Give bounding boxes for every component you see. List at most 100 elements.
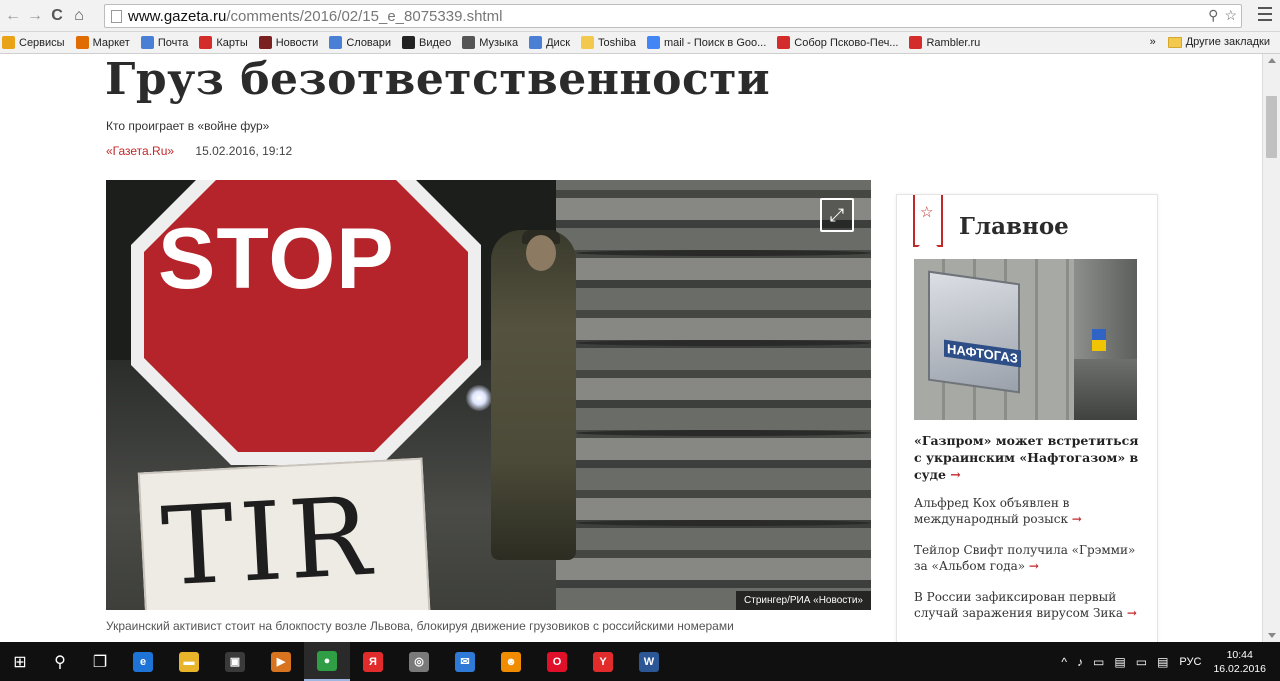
photo-tyre-groove xyxy=(576,430,871,436)
yandex-icon: Y xyxy=(593,651,613,672)
photo-credit: Стрингер/РИА «Новости» xyxy=(736,591,871,610)
message-icon[interactable]: ▭ xyxy=(1093,655,1104,669)
address-bar[interactable]: www.gazeta.ru/comments/2016/02/15_e_8075… xyxy=(104,4,1242,28)
disk-icon xyxy=(529,36,543,49)
back-icon[interactable]: ← xyxy=(2,5,24,27)
reload-icon[interactable]: C xyxy=(46,5,68,27)
bookmark-google[interactable]: mail - Поиск в Goo... xyxy=(646,36,767,49)
forward-icon[interactable]: → xyxy=(24,5,46,27)
edge-icon: e xyxy=(133,651,153,672)
sidebar-lead-image[interactable]: НАФТОГАЗ xyxy=(914,259,1137,420)
search-button[interactable]: ⚲ xyxy=(40,642,80,681)
web-page: Груз безответственности Кто проиграет в … xyxy=(0,54,1262,642)
mail-app-icon: ✉ xyxy=(455,651,475,672)
bookmark-label: mail - Поиск в Goo... xyxy=(663,36,767,49)
media-icon: ▶ xyxy=(271,651,291,672)
bookmark-music[interactable]: Музыка xyxy=(462,36,518,49)
yandex-icon xyxy=(909,36,923,49)
expand-icon: ⤢ xyxy=(829,204,845,225)
bookmarks-more-button[interactable]: » xyxy=(1150,36,1156,48)
notifications-icon[interactable]: ▤ xyxy=(1157,655,1168,669)
article-source-link[interactable]: «Газета.Ru» xyxy=(106,144,174,158)
bookmark-folder[interactable]: Toshiba xyxy=(581,36,636,49)
chevron-up-icon[interactable]: ^ xyxy=(1061,655,1067,669)
sidebar-news-item[interactable]: В России зафиксирован первый случай зара… xyxy=(914,589,1142,621)
network-icon[interactable]: ▤ xyxy=(1114,655,1125,669)
bookmark-label: Rambler.ru xyxy=(926,36,981,49)
bookmark-yandex[interactable]: Собор Псково-Печ... xyxy=(777,36,898,49)
scroll-up-icon[interactable] xyxy=(1268,58,1276,63)
taskbar-app-yandex[interactable]: Y xyxy=(580,642,626,681)
apps-icon xyxy=(2,36,15,49)
taskbar-app-chrome[interactable]: ● xyxy=(304,642,350,681)
taskbar-app-store[interactable]: ▣ xyxy=(212,642,258,681)
bookmark-news[interactable]: Новости xyxy=(258,36,319,49)
bookmark-dictionary[interactable]: Словари xyxy=(329,36,391,49)
bookmark-label: Новости xyxy=(275,36,319,49)
sidebar-news-item[interactable]: Альфред Кох объявлен в международный роз… xyxy=(914,495,1142,527)
bookmark-label: Карты xyxy=(216,36,248,49)
bookmark-label: Toshiba xyxy=(598,36,636,49)
volume-icon[interactable]: ♪ xyxy=(1077,655,1083,669)
taskbar-app-word[interactable]: W xyxy=(626,642,672,681)
folder-icon xyxy=(581,36,595,49)
taskbar-app-opera[interactable]: O xyxy=(534,642,580,681)
scrollbar-thumb[interactable] xyxy=(1266,96,1277,158)
bookmark-label: Видео xyxy=(419,36,452,49)
url-path: /comments/2016/02/15_e_8075339.shtml xyxy=(226,7,503,25)
star-icon: ☆ xyxy=(920,204,934,221)
browser-toolbar: ← → C ⌂ www.gazeta.ru/comments/2016/02/1… xyxy=(0,0,1280,32)
bookmark-yandex[interactable]: Rambler.ru xyxy=(909,36,980,49)
bookmark-mail[interactable]: Почта xyxy=(140,36,188,49)
arrow-right-icon: → xyxy=(950,467,961,482)
bookmark-video[interactable]: Видео xyxy=(402,36,451,49)
scroll-down-icon[interactable] xyxy=(1268,633,1276,638)
main-news-sidebar: ☆ Главное НАФТОГАЗ «Газпром» может встре… xyxy=(896,194,1158,642)
language-indicator[interactable]: РУС xyxy=(1179,656,1201,668)
windows-taskbar: ⊞ ⚲ ❐ e ▬ ▣ ▶ ● Я ◎ ✉ ☻ O Y W ^ ♪ ▭ ▤ ▭ ▤ РУС 10:44… xyxy=(0,642,1280,681)
bookmark-label: Словари xyxy=(346,36,392,49)
clock[interactable]: 10:44 16.02.2016 xyxy=(1213,648,1266,676)
market-icon xyxy=(75,36,89,49)
browser-menu-icon[interactable] xyxy=(1258,7,1272,21)
search-icon: ⚲ xyxy=(54,653,66,671)
display-icon[interactable]: ▭ xyxy=(1136,655,1147,669)
sidebar-lead-link[interactable]: «Газпром» может встретиться с украинским… xyxy=(914,432,1142,483)
bookmark-market[interactable]: Маркет xyxy=(75,36,130,49)
bookmark-label: Маркет xyxy=(92,36,130,49)
taskbar-app-circle-app[interactable]: ◎ xyxy=(396,642,442,681)
article-photo[interactable]: STOP TIR ⤢ Стрингер/РИА «Новости» xyxy=(106,180,871,610)
taskbar-app-edge[interactable]: e xyxy=(120,642,166,681)
sidebar-news-item[interactable]: Тейлор Свифт получила «Грэмми» за «Альбо… xyxy=(914,542,1142,574)
photo-tyre-groove xyxy=(576,340,871,346)
taskbar-app-odnoklassniki[interactable]: ☻ xyxy=(488,642,534,681)
clock-time: 10:44 xyxy=(1226,648,1253,661)
circle-app-icon: ◎ xyxy=(409,651,429,672)
taskbar-app-mail-app[interactable]: ✉ xyxy=(442,642,488,681)
taskbar-app-media[interactable]: ▶ xyxy=(258,642,304,681)
page-scrollbar[interactable] xyxy=(1262,54,1280,642)
bookmark-star-icon[interactable]: ☆ xyxy=(1224,7,1237,24)
tir-sign-text: TIR xyxy=(158,474,380,610)
zoom-icon[interactable]: ⚲ xyxy=(1208,7,1218,24)
arrow-right-icon: → xyxy=(1028,559,1039,573)
bookmark-map-pin[interactable]: Карты xyxy=(199,36,248,49)
page-icon xyxy=(111,9,122,23)
bookmark-disk[interactable]: Диск xyxy=(529,36,570,49)
store-icon: ▣ xyxy=(225,651,245,672)
taskbar-app-explorer[interactable]: ▬ xyxy=(166,642,212,681)
dictionary-icon xyxy=(329,36,343,49)
start-button[interactable]: ⊞ xyxy=(0,642,40,681)
task-view-button[interactable]: ❐ xyxy=(80,642,120,681)
home-icon[interactable]: ⌂ xyxy=(68,5,90,27)
chrome-icon: ● xyxy=(317,650,337,671)
clock-date: 16.02.2016 xyxy=(1213,662,1266,675)
other-bookmarks-button[interactable]: Другие закладки xyxy=(1186,36,1270,48)
bookmark-apps[interactable]: Сервисы xyxy=(2,36,65,49)
task-view-icon: ❐ xyxy=(92,653,108,671)
photo-tyre-groove xyxy=(576,520,871,526)
taskbar-app-yandex-browser[interactable]: Я xyxy=(350,642,396,681)
article-subtitle: Кто проиграет в «войне фур» xyxy=(106,119,270,133)
expand-photo-button[interactable]: ⤢ xyxy=(820,198,854,232)
music-icon xyxy=(462,36,476,49)
